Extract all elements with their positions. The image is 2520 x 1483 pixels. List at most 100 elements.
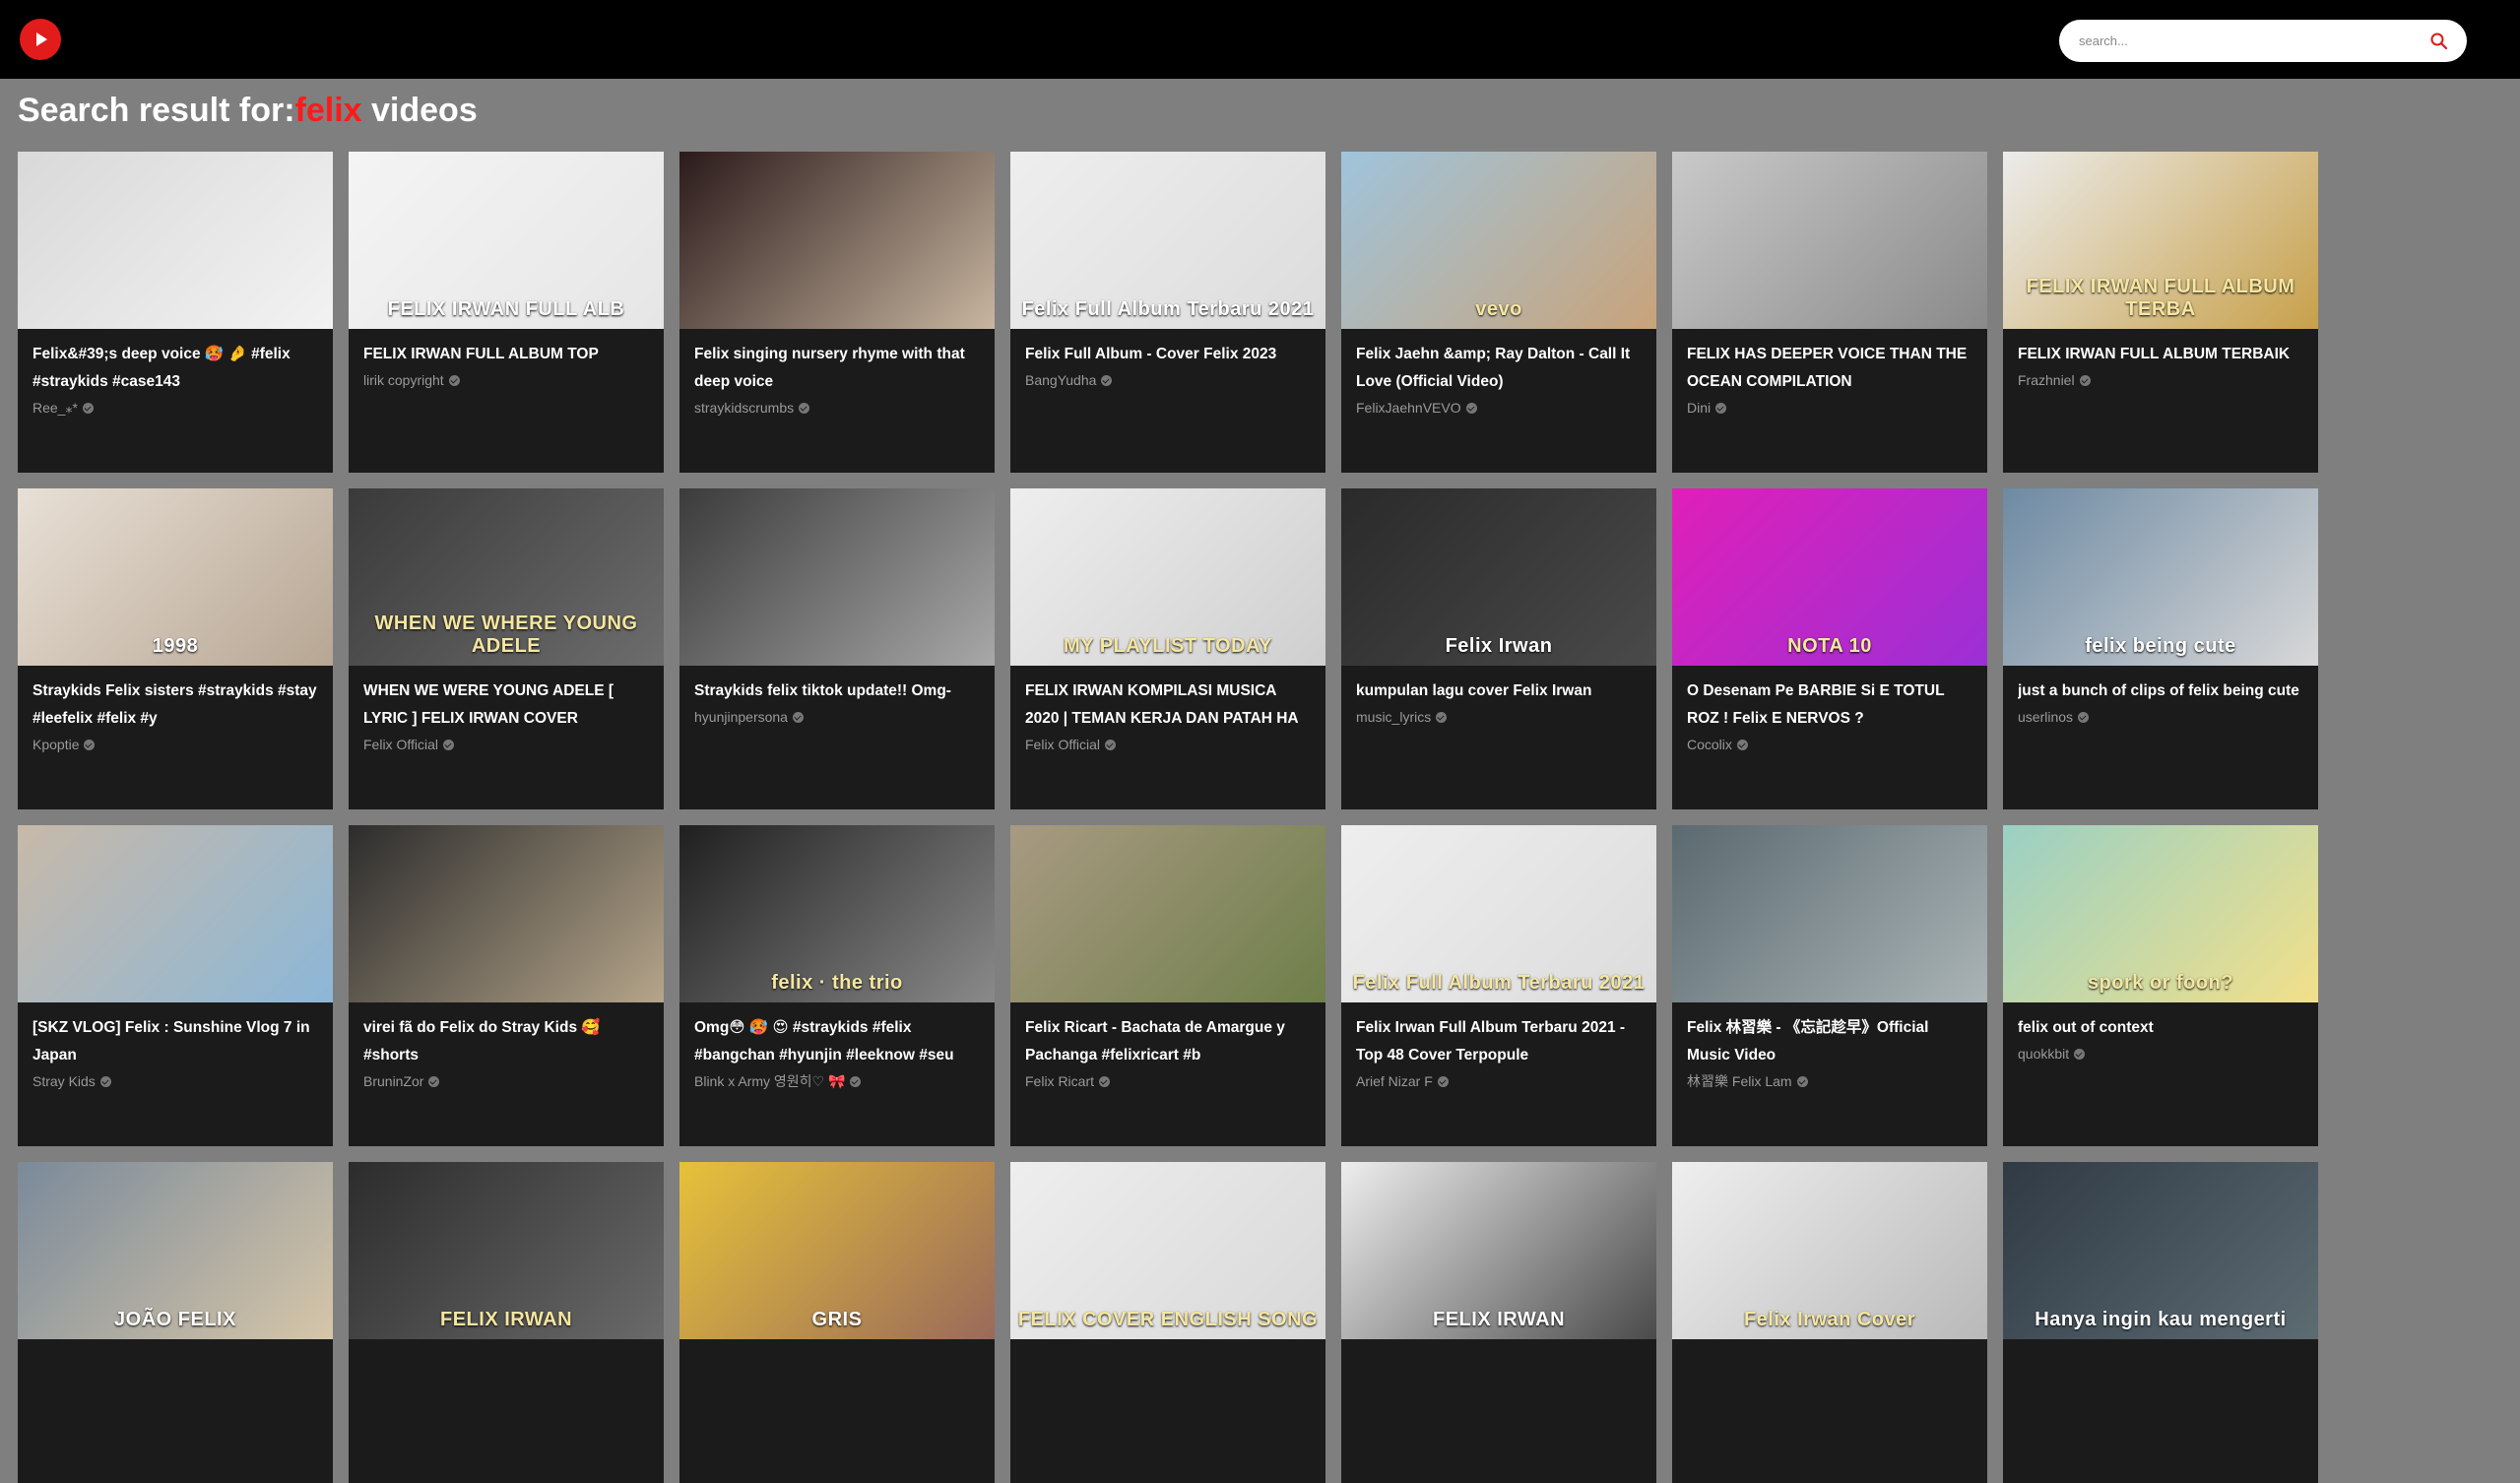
video-thumbnail[interactable]: JOÃO FELIX	[18, 1162, 333, 1339]
channel-name[interactable]: Dini	[1687, 400, 1711, 416]
video-card[interactable]: NOTA 10 O Desenam Pe BARBIE Si E TOTUL RO…	[1672, 488, 1987, 809]
video-thumbnail[interactable]	[1010, 825, 1325, 1002]
video-thumbnail[interactable]: NOTA 10	[1672, 488, 1987, 666]
video-thumbnail[interactable]: felix being cute	[2003, 488, 2318, 666]
video-title[interactable]: FELIX IRWAN FULL ALBUM TERBAIK	[2018, 341, 2304, 368]
video-thumbnail[interactable]: FELIX IRWAN FULL ALB	[349, 152, 664, 329]
video-thumbnail[interactable]	[679, 152, 995, 329]
channel-name[interactable]: music_lyrics	[1356, 709, 1431, 725]
video-thumbnail[interactable]: GRIS	[679, 1162, 995, 1339]
video-card[interactable]: 1998 Straykids Felix sisters #straykids #…	[18, 488, 333, 809]
video-thumbnail[interactable]: Felix Full Album Terbaru 2021	[1010, 152, 1325, 329]
video-card[interactable]: Felix 林習樂 - 《忘記趁早》Official Music Video 林習…	[1672, 825, 1987, 1146]
video-card[interactable]: FELIX IRWAN	[349, 1162, 664, 1483]
video-thumbnail[interactable]	[18, 152, 333, 329]
video-card[interactable]: Felix Full Album Terbaru 2021 Felix Full …	[1010, 152, 1325, 473]
channel-name[interactable]: Felix Ricart	[1025, 1073, 1094, 1089]
video-card[interactable]: WHEN WE WHERE YOUNG ADELE WHEN WE WERE YO…	[349, 488, 664, 809]
video-card[interactable]: Felix Ricart - Bachata de Amargue y Pach…	[1010, 825, 1325, 1146]
video-card[interactable]: Felix singing nursery rhyme with that de…	[679, 152, 995, 473]
video-thumbnail[interactable]	[18, 825, 333, 1002]
video-title[interactable]: O Desenam Pe BARBIE Si E TOTUL ROZ ! Fel…	[1687, 677, 1973, 733]
play-logo-icon[interactable]	[20, 19, 61, 60]
video-card[interactable]: FELIX IRWAN	[1341, 1162, 1656, 1483]
channel-name[interactable]: straykidscrumbs	[694, 400, 794, 416]
channel-name[interactable]: Blink x Army 영원히♡ 🎀	[694, 1073, 845, 1089]
video-title[interactable]: Felix Full Album - Cover Felix 2023	[1025, 341, 1312, 368]
video-card[interactable]: FELIX IRWAN FULL ALB FELIX IRWAN FULL ALB…	[349, 152, 664, 473]
video-card[interactable]: Hanya ingin kau mengerti	[2003, 1162, 2318, 1483]
video-thumbnail[interactable]: FELIX IRWAN FULL ALBUM TERBA	[2003, 152, 2318, 329]
channel-name[interactable]: BangYudha	[1025, 372, 1096, 388]
video-card[interactable]: Felix Full Album Terbaru 2021 Felix Irwan…	[1341, 825, 1656, 1146]
video-thumbnail[interactable]: FELIX COVER ENGLISH SONG	[1010, 1162, 1325, 1339]
video-card[interactable]: Straykids felix tiktok update!! Omg-hyun…	[679, 488, 995, 809]
video-thumbnail[interactable]: vevo	[1341, 152, 1656, 329]
video-card[interactable]: MY PLAYLIST TODAY FELIX IRWAN KOMPILASI M…	[1010, 488, 1325, 809]
video-thumbnail[interactable]: felix · the trio	[679, 825, 995, 1002]
search-input[interactable]	[2077, 32, 2406, 49]
video-title[interactable]: Felix singing nursery rhyme with that de…	[694, 341, 981, 396]
video-card[interactable]: Felix&#39;s deep voice 🥵 🤌 #felix #stray…	[18, 152, 333, 473]
video-title[interactable]: Felix Ricart - Bachata de Amargue y Pach…	[1025, 1014, 1312, 1069]
channel-name[interactable]: Felix Official	[363, 737, 438, 752]
channel-name[interactable]: Ree_⁎*	[32, 400, 78, 416]
video-title[interactable]: WHEN WE WERE YOUNG ADELE [ LYRIC ] FELIX…	[363, 677, 650, 733]
video-title[interactable]: kumpulan lagu cover Felix Irwan	[1356, 677, 1643, 705]
video-card[interactable]: [SKZ VLOG] Felix : Sunshine Vlog 7 in Ja…	[18, 825, 333, 1146]
video-card[interactable]: FELIX IRWAN FULL ALBUM TERBA FELIX IRWAN …	[2003, 152, 2318, 473]
video-card[interactable]: Felix Irwan kumpulan lagu cover Felix Irw…	[1341, 488, 1656, 809]
video-title[interactable]: Felix Irwan Full Album Terbaru 2021 - To…	[1356, 1014, 1643, 1069]
video-thumbnail[interactable]: Felix Full Album Terbaru 2021	[1341, 825, 1656, 1002]
channel-name[interactable]: hyunjinpersona	[694, 709, 788, 725]
channel-name[interactable]: 林習樂 Felix Lam	[1687, 1073, 1792, 1089]
video-title[interactable]: Straykids felix tiktok update!! Omg-	[694, 677, 981, 705]
video-title[interactable]: FELIX IRWAN FULL ALBUM TOP	[363, 341, 650, 368]
channel-name[interactable]: quokkbit	[2018, 1046, 2069, 1062]
video-thumbnail[interactable]: FELIX IRWAN	[349, 1162, 664, 1339]
channel-name[interactable]: userlinos	[2018, 709, 2073, 725]
video-thumbnail[interactable]	[1672, 152, 1987, 329]
video-card[interactable]: spork or foon? felix out of context quokkb…	[2003, 825, 2318, 1146]
channel-name[interactable]: Cocolix	[1687, 737, 1732, 752]
video-thumbnail[interactable]: MY PLAYLIST TODAY	[1010, 488, 1325, 666]
video-card[interactable]: vevo Felix Jaehn &amp; Ray Dalton - Call …	[1341, 152, 1656, 473]
video-card[interactable]: felix · the trio Omg😳 🥵 😍 #straykids #fel…	[679, 825, 995, 1146]
video-title[interactable]: virei fã do Felix do Stray Kids 🥰 #short…	[363, 1014, 650, 1069]
video-card[interactable]: JOÃO FELIX	[18, 1162, 333, 1483]
video-title[interactable]: Felix Jaehn &amp; Ray Dalton - Call It L…	[1356, 341, 1643, 396]
video-title[interactable]: felix out of context	[2018, 1014, 2304, 1042]
video-thumbnail[interactable]: WHEN WE WHERE YOUNG ADELE	[349, 488, 664, 666]
channel-name[interactable]: Kpoptie	[32, 737, 79, 752]
video-card[interactable]: FELIX COVER ENGLISH SONG	[1010, 1162, 1325, 1483]
video-title[interactable]: Felix&#39;s deep voice 🥵 🤌 #felix #stray…	[32, 341, 319, 396]
video-title[interactable]: Omg😳 🥵 😍 #straykids #felix #bangchan #hy…	[694, 1014, 981, 1069]
video-title[interactable]: Felix 林習樂 - 《忘記趁早》Official Music Video	[1687, 1014, 1973, 1069]
channel-name[interactable]: Felix Official	[1025, 737, 1100, 752]
video-card[interactable]: virei fã do Felix do Stray Kids 🥰 #short…	[349, 825, 664, 1146]
video-card[interactable]: FELIX HAS DEEPER VOICE THAN THE OCEAN CO…	[1672, 152, 1987, 473]
video-thumbnail[interactable]	[679, 488, 995, 666]
video-card[interactable]: felix being cute just a bunch of clips of…	[2003, 488, 2318, 809]
channel-name[interactable]: Arief Nizar F	[1356, 1073, 1433, 1089]
video-card[interactable]: Felix Irwan Cover	[1672, 1162, 1987, 1483]
video-thumbnail[interactable]: spork or foon?	[2003, 825, 2318, 1002]
channel-name[interactable]: lirik copyright	[363, 372, 444, 388]
video-thumbnail[interactable]: Hanya ingin kau mengerti	[2003, 1162, 2318, 1339]
video-title[interactable]: just a bunch of clips of felix being cut…	[2018, 677, 2304, 705]
video-thumbnail[interactable]: FELIX IRWAN	[1341, 1162, 1656, 1339]
video-title[interactable]: Straykids Felix sisters #straykids #stay…	[32, 677, 319, 733]
video-thumbnail[interactable]	[349, 825, 664, 1002]
video-card[interactable]: GRIS	[679, 1162, 995, 1483]
video-title[interactable]: FELIX IRWAN KOMPILASI MUSICA 2020 | TEMA…	[1025, 677, 1312, 733]
channel-name[interactable]: BruninZor	[363, 1073, 423, 1089]
channel-name[interactable]: Stray Kids	[32, 1073, 96, 1089]
search-icon[interactable]	[2429, 32, 2449, 51]
video-thumbnail[interactable]: 1998	[18, 488, 333, 666]
video-thumbnail[interactable]: Felix Irwan	[1341, 488, 1656, 666]
video-title[interactable]: FELIX HAS DEEPER VOICE THAN THE OCEAN CO…	[1687, 341, 1973, 396]
video-thumbnail[interactable]: Felix Irwan Cover	[1672, 1162, 1987, 1339]
channel-name[interactable]: Frazhniel	[2018, 372, 2075, 388]
channel-name[interactable]: FelixJaehnVEVO	[1356, 400, 1461, 416]
video-title[interactable]: [SKZ VLOG] Felix : Sunshine Vlog 7 in Ja…	[32, 1014, 319, 1069]
